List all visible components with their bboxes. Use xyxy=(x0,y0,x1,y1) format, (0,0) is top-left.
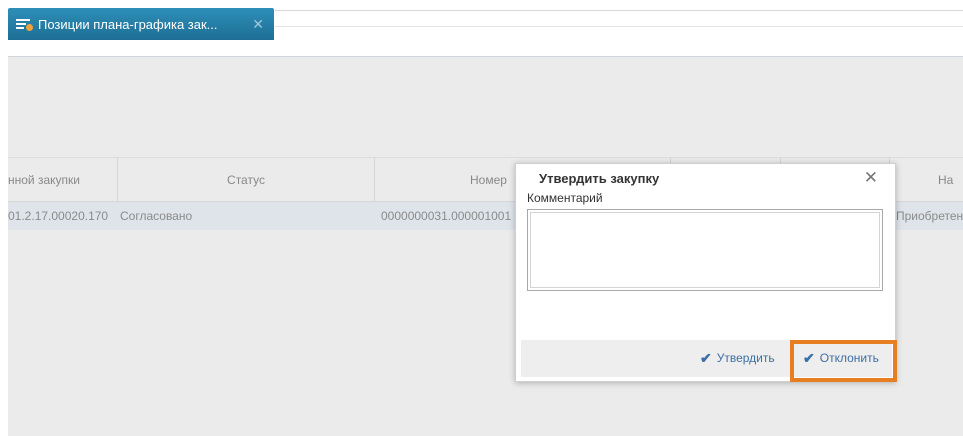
document-add-icon xyxy=(16,18,33,31)
close-icon[interactable]: ✕ xyxy=(864,168,878,188)
cell-status: Согласовано xyxy=(120,209,193,223)
tab-procurement-plan[interactable]: Позиции плана-графика зак... ✕ xyxy=(8,8,274,40)
comment-field-inner xyxy=(530,212,880,288)
column-header-status[interactable]: Статус xyxy=(118,158,375,202)
reject-button-label: Отклонить xyxy=(819,351,879,365)
tab-title: Позиции плана-графика зак... xyxy=(38,16,218,32)
comment-label: Комментарий xyxy=(527,191,603,205)
checkmark-icon: ✔ xyxy=(803,350,815,366)
top-bar: Позиции плана-графика зак... ✕ xyxy=(0,0,963,44)
cell-name: Приобретен xyxy=(896,209,963,223)
tab-strip-line xyxy=(275,10,963,11)
cell-number: 0000000031.000001001 xyxy=(381,209,512,223)
reject-button[interactable]: ✔ Отклонить xyxy=(803,340,879,377)
approve-button[interactable]: ✔ Утвердить xyxy=(700,340,775,377)
close-icon[interactable]: ✕ xyxy=(252,17,264,31)
tab-strip-line-bottom xyxy=(275,26,963,27)
approve-dialog: Утвердить закупку ✕ Комментарий ✔ Утверд… xyxy=(515,163,896,382)
cell-purchase-id: 01.2.17.00020.170 xyxy=(8,209,109,223)
dialog-title: Утвердить закупку xyxy=(539,171,660,186)
approve-button-label: Утвердить xyxy=(716,351,775,365)
comment-field[interactable] xyxy=(527,209,883,291)
checkmark-icon: ✔ xyxy=(700,350,712,366)
column-header-name[interactable]: На xyxy=(890,158,963,202)
column-header-purchase-id[interactable]: нной закупки xyxy=(8,158,118,202)
dialog-footer: ✔ Утвердить ✔ Отклонить xyxy=(521,340,892,377)
